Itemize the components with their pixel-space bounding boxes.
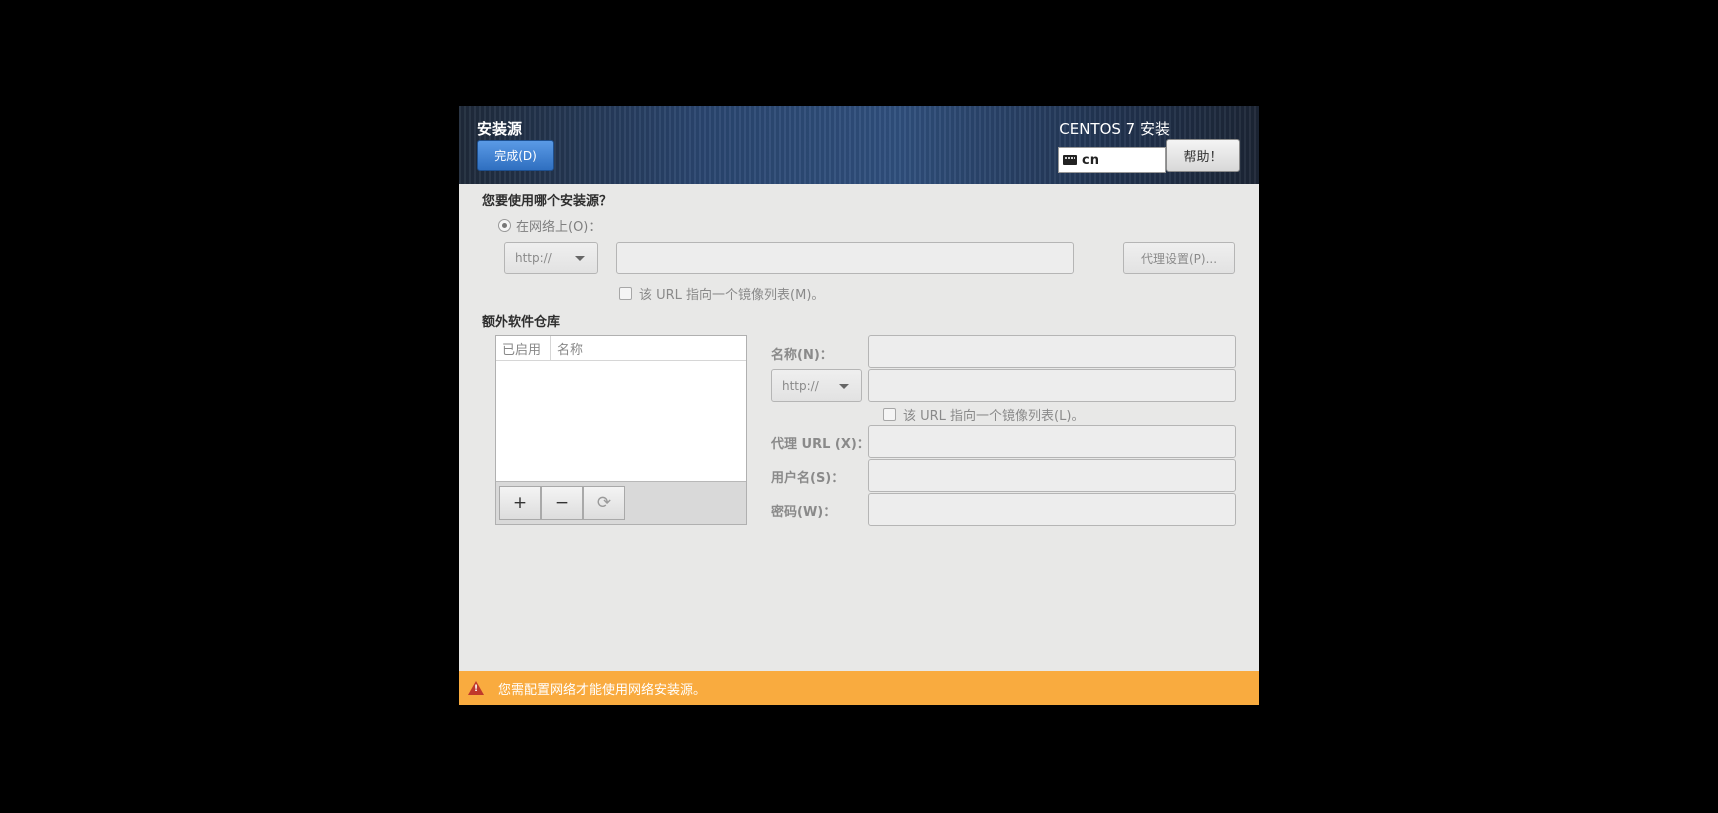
- refresh-icon: ⟳: [596, 493, 612, 513]
- done-button[interactable]: 完成(D): [477, 140, 554, 171]
- plus-icon: +: [512, 493, 528, 513]
- spoke-title: 安装源: [477, 120, 523, 138]
- password-input[interactable]: [868, 493, 1236, 526]
- repos-heading: 额外软件仓库: [482, 315, 561, 330]
- protocol-dropdown[interactable]: http://: [504, 242, 598, 274]
- chevron-down-icon: [575, 256, 585, 261]
- repo-mirrorlist-checkbox[interactable]: [883, 408, 896, 421]
- warning-bar: 您需配置网络才能使用网络安装源。: [459, 671, 1259, 705]
- keyboard-layout-label: cn: [1082, 152, 1099, 168]
- network-source-radio[interactable]: 在网络上(O)：: [498, 216, 601, 235]
- password-label: 密码(W)：: [771, 505, 837, 520]
- network-source-label: 在网络上(O)：: [516, 220, 602, 235]
- repo-name-input[interactable]: [868, 335, 1236, 368]
- add-repo-button[interactable]: +: [499, 486, 541, 520]
- url-input[interactable]: [616, 242, 1074, 274]
- repo-list[interactable]: 已启用 名称 + − ⟳: [495, 335, 747, 525]
- mirrorlist-checkbox[interactable]: [619, 287, 632, 300]
- repo-list-header: 已启用 名称: [496, 336, 746, 361]
- help-button[interactable]: 帮助！: [1166, 139, 1240, 172]
- repo-protocol-value: http://: [782, 378, 819, 393]
- proxy-url-input[interactable]: [868, 425, 1236, 458]
- source-question: 您要使用哪个安装源？: [482, 194, 613, 209]
- warning-message: 您需配置网络才能使用网络安装源。: [498, 682, 707, 698]
- proxy-settings-button[interactable]: 代理设置(P)...: [1123, 242, 1235, 274]
- repo-toolbar: + − ⟳: [496, 481, 746, 524]
- column-header-name[interactable]: 名称: [551, 336, 583, 360]
- repo-mirrorlist-label: 该 URL 指向一个镜像列表(L)。: [903, 409, 1085, 424]
- repo-protocol-dropdown[interactable]: http://: [771, 369, 862, 402]
- proxy-url-label: 代理 URL (X)：: [771, 437, 870, 452]
- repo-mirrorlist-checkbox-row[interactable]: 该 URL 指向一个镜像列表(L)。: [883, 405, 1084, 424]
- repo-url-input[interactable]: [868, 369, 1236, 402]
- protocol-value: http://: [515, 251, 552, 265]
- header-bar: 安装源 完成(D) CENTOS 7 安装 cn 帮助！: [459, 106, 1259, 184]
- mirrorlist-label: 该 URL 指向一个镜像列表(M)。: [639, 288, 825, 303]
- keyboard-icon: [1063, 155, 1077, 165]
- username-input[interactable]: [868, 459, 1236, 492]
- minus-icon: −: [554, 493, 570, 513]
- chevron-down-icon: [839, 383, 849, 389]
- warning-icon: [468, 681, 484, 695]
- column-header-enabled[interactable]: 已启用: [496, 336, 551, 360]
- product-title: CENTOS 7 安装: [1059, 120, 1170, 138]
- remove-repo-button[interactable]: −: [541, 486, 583, 520]
- installation-source-window: 安装源 完成(D) CENTOS 7 安装 cn 帮助！ 您要使用哪个安装源？ …: [459, 106, 1259, 705]
- repo-name-label: 名称(N)：: [771, 348, 833, 363]
- reset-repos-button[interactable]: ⟳: [583, 486, 625, 520]
- keyboard-layout-indicator[interactable]: cn: [1058, 147, 1166, 173]
- radio-button-icon[interactable]: [498, 219, 511, 232]
- mirrorlist-checkbox-row[interactable]: 该 URL 指向一个镜像列表(M)。: [619, 284, 824, 303]
- username-label: 用户名(S)：: [771, 471, 845, 486]
